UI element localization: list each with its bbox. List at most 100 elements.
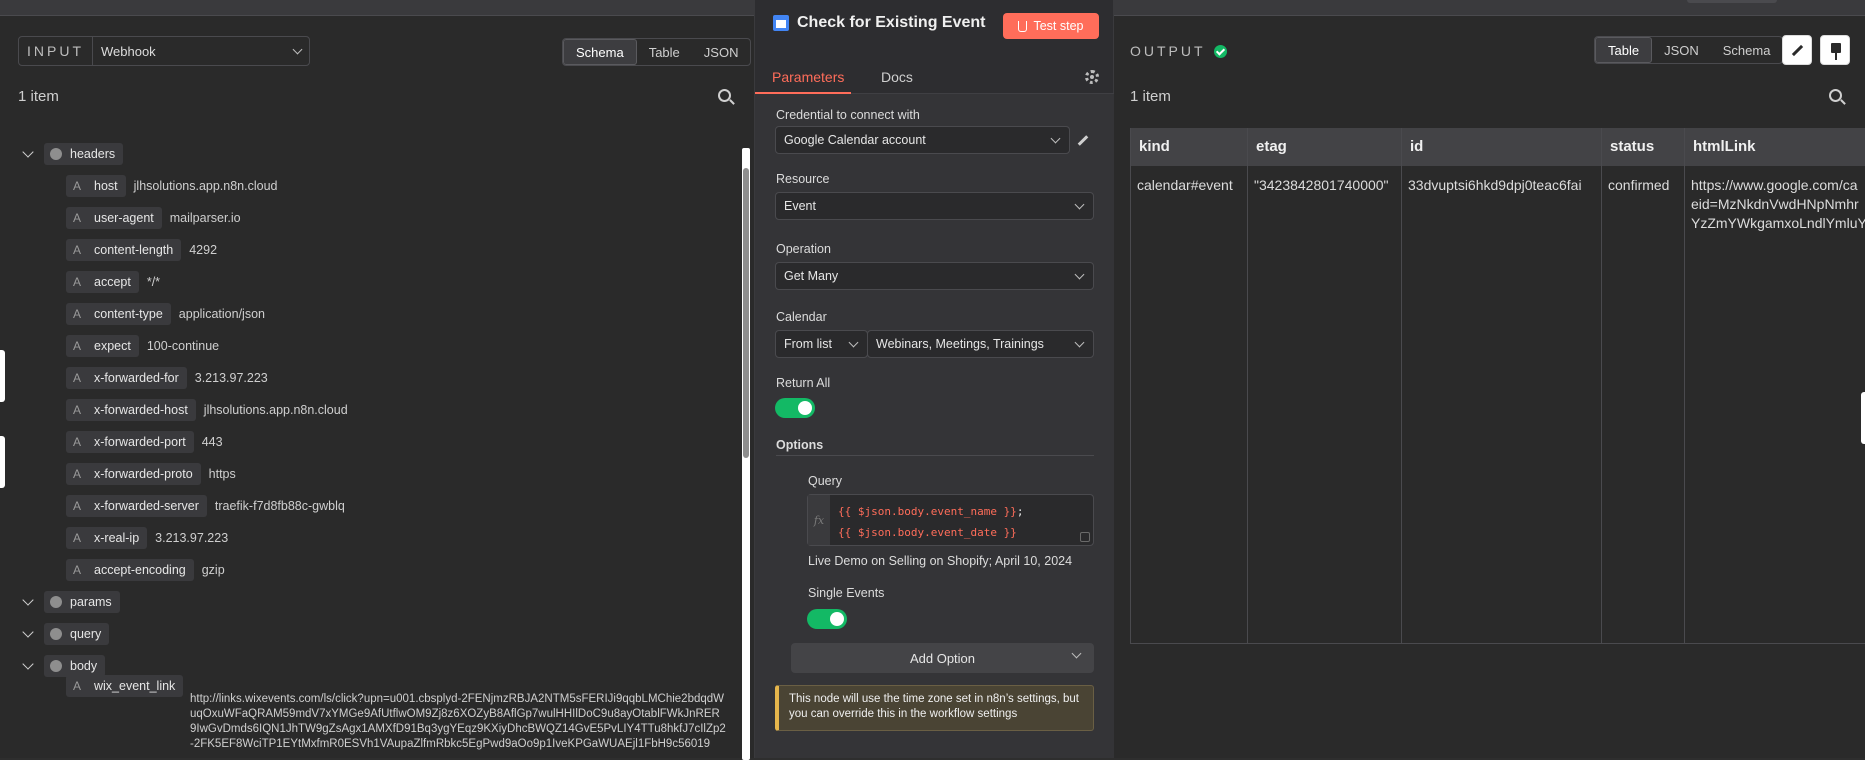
column-header-htmllink[interactable]: htmlLink	[1693, 138, 1756, 155]
single-events-toggle[interactable]	[807, 609, 847, 629]
pin-data-button[interactable]	[1820, 35, 1850, 65]
tab-docs[interactable]: Docs	[881, 69, 913, 85]
query-line-2: {{ $json.body.event_date }}	[838, 526, 1017, 539]
input-view-table[interactable]: Table	[637, 39, 692, 65]
schema-field-expect[interactable]: Aexpect 100-continue	[66, 334, 219, 358]
edit-output-button[interactable]	[1782, 35, 1812, 65]
chevron-down-icon[interactable]	[22, 626, 34, 638]
column-status	[1602, 128, 1685, 644]
output-view-table[interactable]: Table	[1595, 37, 1653, 63]
schema-field-user-agent[interactable]: Auser-agent mailparser.io	[66, 206, 241, 230]
string-type-icon: A	[72, 243, 81, 257]
input-node-select-value: Webhook	[101, 43, 156, 59]
calendar-select[interactable]: Webinars, Meetings, Trainings	[867, 330, 1094, 358]
column-header-kind[interactable]: kind	[1139, 138, 1170, 155]
input-node-select[interactable]: Webhook	[93, 44, 309, 59]
output-panel: OUTPUT Table JSON Schema 1 item kind eta…	[1114, 16, 1865, 758]
credential-select-value: Google Calendar account	[784, 133, 926, 147]
schema-object-body[interactable]: body	[22, 654, 106, 678]
schema-object-params[interactable]: params	[22, 590, 120, 614]
string-type-icon: A	[72, 435, 81, 449]
calendar-mode-select[interactable]: From list	[775, 330, 868, 358]
node-tabs: Parameters Docs	[755, 60, 1115, 94]
cell-kind: calendar#event	[1137, 177, 1233, 193]
field-value: */*	[146, 275, 161, 289]
input-view-json[interactable]: JSON	[692, 39, 751, 65]
chevron-down-icon[interactable]	[22, 594, 34, 606]
right-edge-handle[interactable]	[1861, 392, 1865, 444]
resource-select[interactable]: Event	[775, 192, 1094, 220]
field-key: query	[70, 627, 102, 641]
string-type-icon: A	[72, 499, 81, 513]
input-view-schema[interactable]: Schema	[563, 39, 637, 65]
schema-field-accept-encoding[interactable]: Aaccept-encoding gzip	[66, 558, 225, 582]
field-value: mailparser.io	[169, 211, 241, 225]
object-type-icon	[50, 596, 62, 608]
test-step-button[interactable]: Test step	[1003, 13, 1099, 39]
schema-field-host[interactable]: Ahost jlhsolutions.app.n8n.cloud	[66, 174, 278, 198]
chevron-down-icon[interactable]	[22, 658, 34, 670]
schema-field-x-real-ip[interactable]: Ax-real-ip 3.213.97.223	[66, 526, 228, 550]
google-calendar-icon	[773, 15, 789, 31]
schema-field-accept[interactable]: Aaccept */*	[66, 270, 160, 294]
column-etag	[1248, 128, 1402, 644]
return-all-toggle[interactable]	[775, 398, 815, 418]
canvas-button-edge[interactable]	[1687, 0, 1777, 3]
calendar-mode-value: From list	[784, 337, 832, 351]
tab-parameters[interactable]: Parameters	[772, 69, 844, 85]
input-item-count: 1 item	[18, 88, 59, 105]
cell-etag: "3423842801740000"	[1254, 177, 1389, 193]
field-value: 3.213.97.223	[194, 371, 268, 385]
column-kind	[1131, 128, 1248, 644]
chevron-down-icon	[292, 44, 303, 54]
query-line-1: {{ $json.body.event_name }}	[838, 505, 1017, 518]
schema-field-content-type[interactable]: Acontent-type application/json	[66, 302, 265, 326]
output-view-schema[interactable]: Schema	[1711, 37, 1783, 63]
schema-object-query[interactable]: query	[22, 622, 110, 646]
scrollbar-thumb[interactable]	[743, 168, 749, 458]
node-settings-panel: Check for Existing Event Test step Param…	[754, 0, 1115, 758]
field-key: user-agent	[94, 211, 154, 225]
field-key-pill: Auser-agent	[66, 207, 162, 229]
string-type-icon: A	[72, 211, 81, 225]
fx-icon: fx	[808, 495, 830, 545]
operation-select[interactable]: Get Many	[775, 262, 1094, 290]
chevron-down-icon[interactable]	[22, 146, 34, 158]
string-type-icon: A	[72, 403, 81, 417]
node-title-text[interactable]: Check for Existing Event	[797, 14, 986, 32]
search-icon[interactable]	[718, 89, 731, 102]
add-option-button[interactable]: Add Option	[791, 643, 1094, 673]
field-key: headers	[70, 147, 116, 161]
field-key: x-real-ip	[94, 531, 140, 545]
credential-select[interactable]: Google Calendar account	[775, 126, 1070, 154]
field-value: application/json	[178, 307, 265, 321]
column-header-status[interactable]: status	[1610, 138, 1654, 155]
schema-field-x-forwarded-proto[interactable]: Ax-forwarded-proto https	[66, 462, 236, 486]
chevron-down-icon	[1050, 133, 1061, 143]
schema-field-x-forwarded-port[interactable]: Ax-forwarded-port 443	[66, 430, 223, 454]
expand-editor-icon[interactable]	[1080, 532, 1090, 542]
string-type-icon: A	[72, 679, 81, 693]
left-edge-handle[interactable]	[0, 436, 5, 488]
schema-object-headers[interactable]: headers	[22, 142, 124, 166]
edit-credential-icon[interactable]	[1077, 135, 1089, 146]
query-line-1-suffix: ;	[1016, 505, 1024, 518]
query-expression-editor[interactable]: fx {{ $json.body.event_name }}; {{ $json…	[807, 494, 1094, 546]
schema-field-content-length[interactable]: Acontent-length 4292	[66, 238, 217, 262]
output-view-json[interactable]: JSON	[1652, 37, 1711, 63]
field-key-pill: Aexpect	[66, 335, 139, 357]
gear-icon[interactable]	[1085, 70, 1099, 84]
search-icon[interactable]	[1829, 89, 1842, 102]
input-scrollbar[interactable]	[742, 148, 750, 760]
schema-field-x-forwarded-for[interactable]: Ax-forwarded-for 3.213.97.223	[66, 366, 268, 390]
query-label: Query	[808, 474, 843, 488]
left-edge-handle[interactable]	[0, 350, 5, 402]
flask-icon	[1018, 20, 1028, 32]
field-key-pill: Aaccept	[66, 271, 139, 293]
schema-field-x-forwarded-server[interactable]: Ax-forwarded-server traefik-f7d8fb88c-gwb…	[66, 494, 345, 518]
column-header-id[interactable]: id	[1410, 138, 1423, 155]
schema-field-x-forwarded-host[interactable]: Ax-forwarded-host jlhsolutions.app.n8n.cl…	[66, 398, 348, 422]
query-preview: Live Demo on Selling on Shopify; April 1…	[808, 554, 1073, 568]
column-header-etag[interactable]: etag	[1256, 138, 1287, 155]
field-key-pill: Ax-forwarded-for	[66, 367, 187, 389]
